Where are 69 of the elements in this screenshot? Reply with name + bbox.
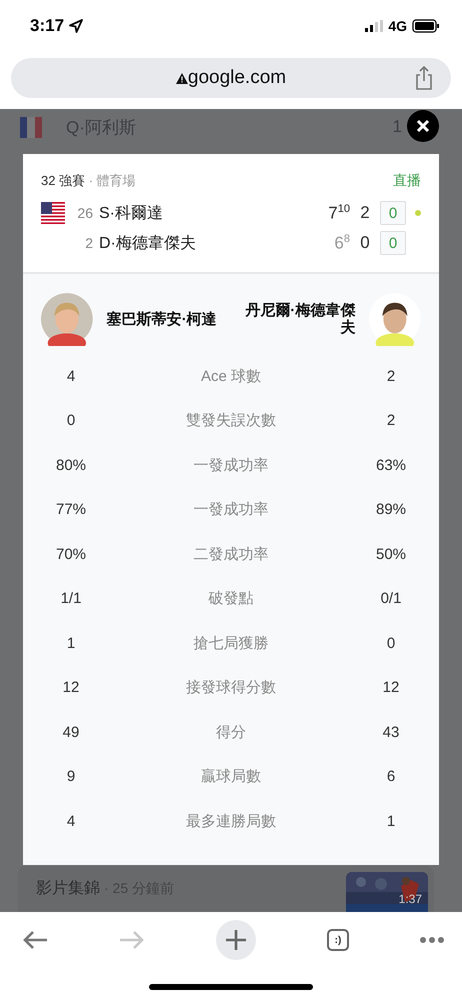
stat-label: 一發成功率 [192,500,270,520]
stat-value: 70% [54,546,88,563]
url-text: google.com [188,67,286,89]
stat-label: 接發球得分數 [185,678,277,698]
stat-value: 0 [66,412,76,430]
player-name: S·科爾達 [99,204,164,224]
set-score: 2 [359,203,371,223]
warning-icon [176,72,188,84]
stat-value: 12 [62,679,80,696]
player-name: D·梅德韋傑夫 [99,234,197,254]
stat-value: 12 [382,679,400,696]
player-name: 塞巴斯蒂安·柯達 [106,310,217,328]
stat-label: 二發成功率 [192,544,270,564]
share-icon[interactable] [415,66,433,90]
close-icon [416,119,430,133]
live-label: 直播 [393,172,421,190]
player-avatar [41,292,93,346]
back-icon[interactable] [22,930,48,950]
seed-number: 2 [84,235,93,251]
stat-value: 1/1 [60,590,82,608]
status-time: 3:17 [30,16,64,36]
stat-label: 搶七局獲勝 [192,634,270,653]
stat-value: 77% [54,501,88,518]
game-score: 0 [380,201,406,225]
stat-label: 贏球局數 [200,767,262,786]
signal-icon [365,20,384,32]
stat-label: 得分 [215,722,247,742]
address-bar[interactable]: google.com [11,58,451,98]
video-duration: 1:37 [398,892,422,906]
player-avatar [369,292,421,346]
stat-label: 破發點 [208,589,254,608]
stat-value: 1 [386,812,396,830]
stat-value: 1 [66,634,76,652]
stat-value: 80% [54,456,88,474]
stat-value: 50% [374,546,408,563]
stat-value: 4 [66,368,76,385]
set-score: 6$^{8}$ [334,232,350,254]
battery-icon [412,19,440,33]
plus-icon [226,930,246,950]
round-label: 32 強賽 [41,173,86,188]
network-label: 4G [388,18,407,34]
stat-value: 2 [386,368,396,385]
more-icon[interactable] [420,937,444,943]
location-arrow-icon [69,19,84,33]
video-title: 影片集錦 [36,878,100,899]
tabs-button[interactable]: :) [327,929,349,951]
stat-value: 89% [374,501,408,518]
stat-value: 4 [66,812,76,830]
new-tab-button[interactable] [216,920,256,960]
stat-label: 最多連勝局數 [185,812,277,831]
stat-value: 0 [386,634,396,652]
stat-label: Ace 球數 [200,366,262,386]
venue-label: · 體育場 [88,173,136,188]
set-score: 0 [359,233,371,253]
stat-value: 63% [374,456,408,474]
set-score: 7$^{10}$ [328,202,350,224]
seed-number: 26 [76,205,93,221]
stat-value: 49 [62,724,80,741]
stat-value: 6 [386,768,396,786]
stat-value: 2 [386,412,396,430]
stat-label: 雙發失誤次數 [185,411,277,430]
game-score: 0 [380,231,406,255]
player-name: 丹尼爾·梅德韋傑夫 [244,302,356,336]
close-button[interactable] [407,110,439,142]
stat-label: 一發成功率 [192,456,270,475]
stat-value: 0/1 [380,590,402,608]
flag-icon [20,116,42,138]
stat-value: 43 [382,724,400,741]
stat-value: 9 [66,768,76,786]
